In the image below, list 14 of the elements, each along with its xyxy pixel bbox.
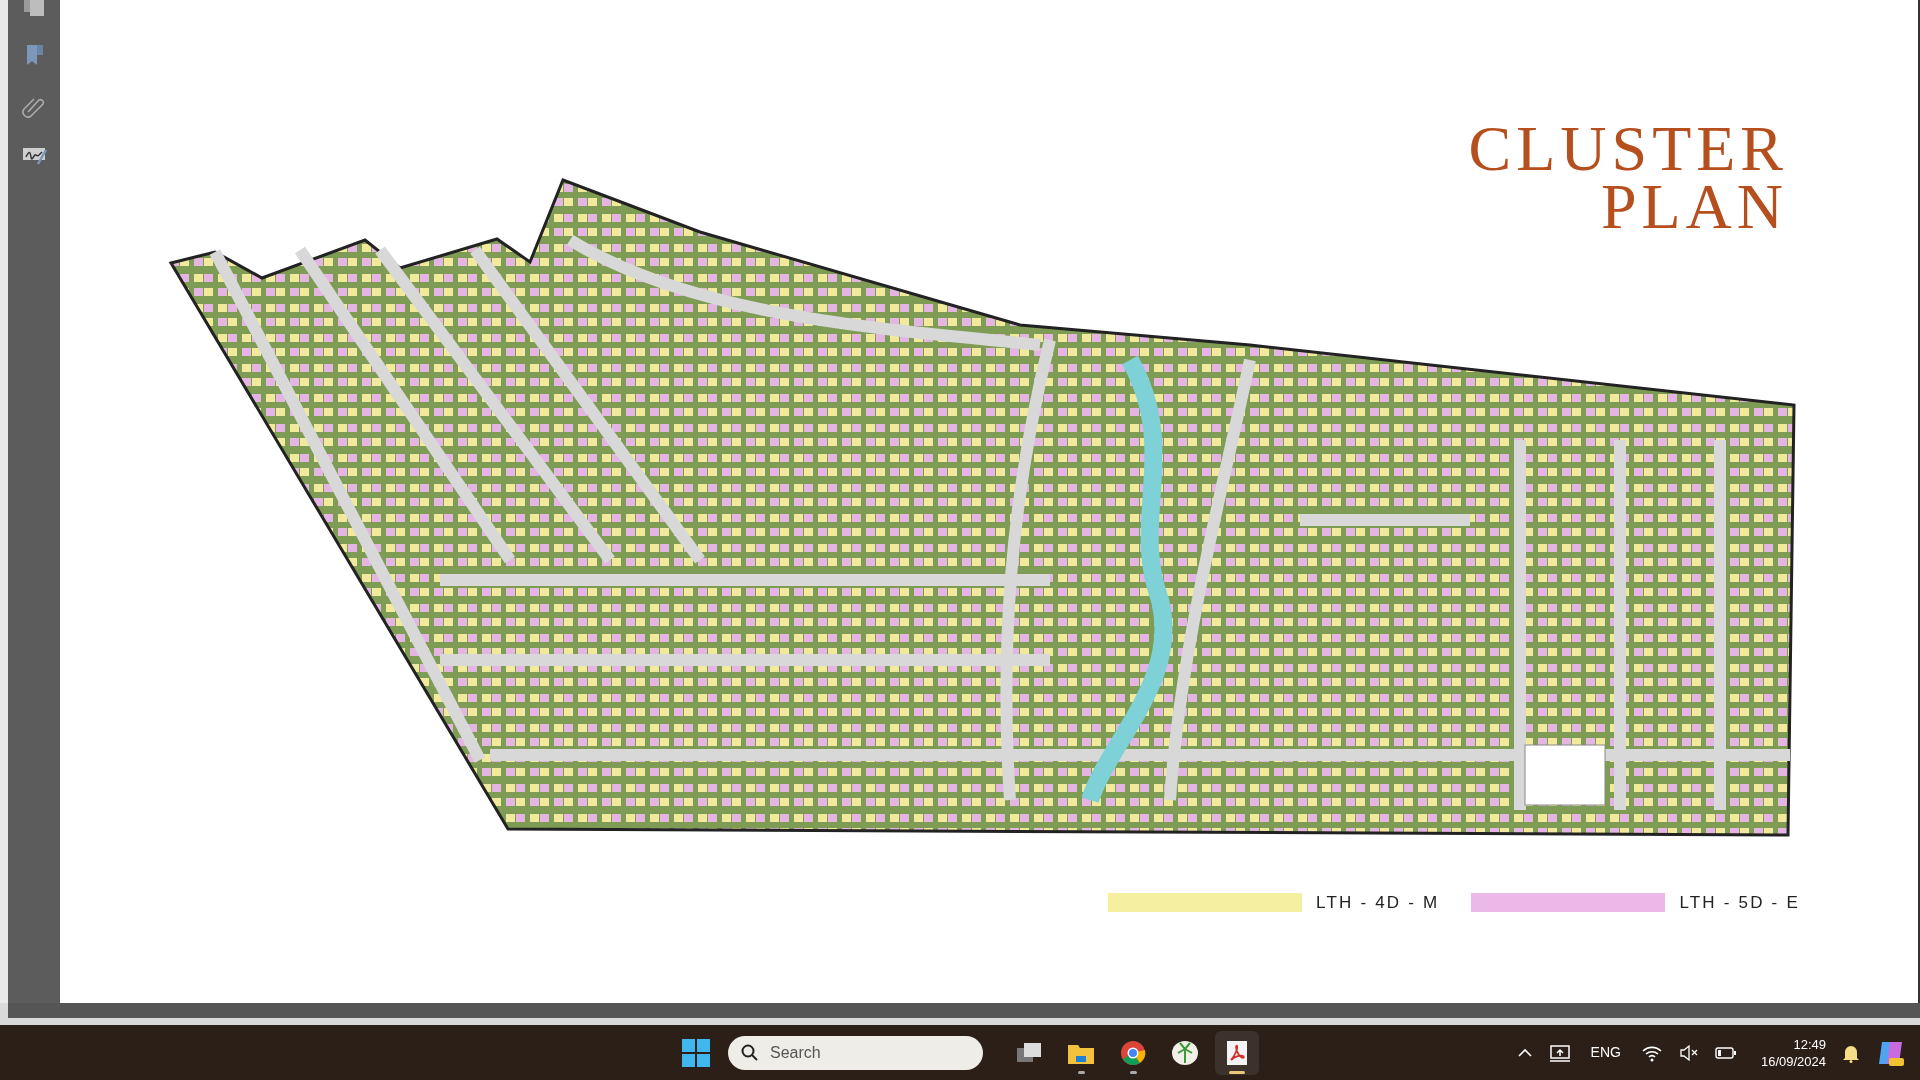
battery-icon[interactable] [1714, 1045, 1737, 1060]
legend-label: LTH - 4D - M [1316, 892, 1440, 914]
search-field[interactable]: Search [728, 1035, 983, 1070]
plan-title: CLUSTER PLAN [1468, 120, 1788, 236]
chevron-up-icon[interactable] [1516, 1047, 1533, 1058]
start-icon[interactable] [680, 1036, 712, 1069]
legend-label: LTH - 5D - E [1679, 892, 1800, 914]
clock-date[interactable]: 16/09/2024 [1760, 1052, 1826, 1070]
clock-time[interactable]: 12:49 [1760, 1035, 1826, 1053]
volume-muted-icon[interactable] [1678, 1043, 1699, 1062]
search-icon [741, 1043, 759, 1062]
language-indicator[interactable]: ENG [1590, 1042, 1621, 1063]
pdf-icon[interactable] [1215, 1030, 1259, 1075]
monitor-icon[interactable] [1548, 1043, 1571, 1062]
